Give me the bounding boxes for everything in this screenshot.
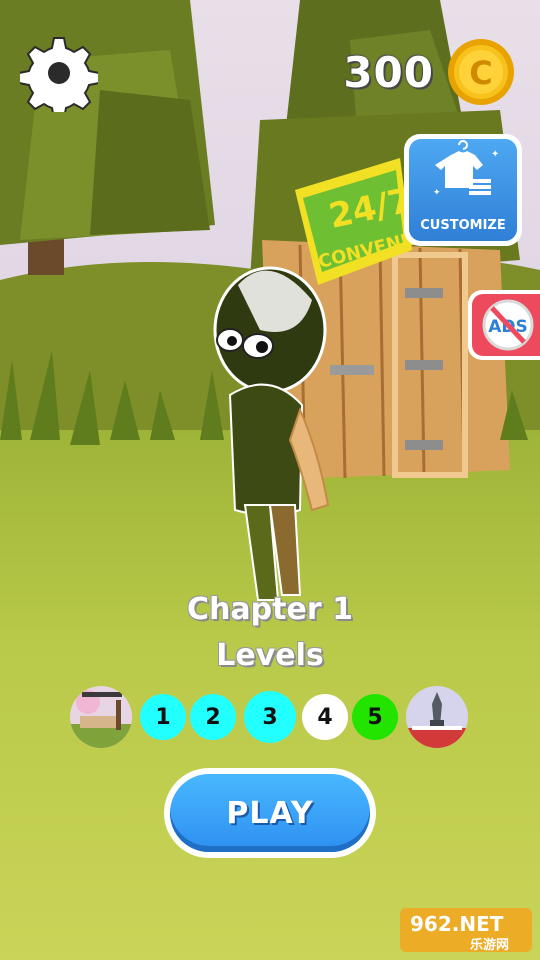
watermark-brand: 962.NET	[410, 912, 504, 936]
level-3-button[interactable]: 3	[244, 691, 296, 743]
no-ads-button[interactable]: ADS	[468, 290, 540, 360]
coin-count: 300	[343, 47, 434, 97]
shirt-icon: ✦ ✦	[433, 140, 499, 198]
no-ads-icon: ADS	[482, 299, 534, 351]
svg-text:✦: ✦	[433, 188, 441, 198]
level-1-button[interactable]: 1	[140, 694, 186, 740]
levels-row: 1 2 3 4 5	[70, 686, 470, 750]
coin-icon: C	[448, 39, 514, 105]
level-4-button[interactable]: 4	[302, 694, 348, 740]
customize-label: CUSTOMIZE	[420, 218, 506, 233]
chapter-title: Chapter 1	[187, 592, 353, 627]
gear-icon	[18, 37, 100, 119]
watermark-sub: 乐游网	[470, 938, 510, 953]
coin-counter: 300 C	[343, 34, 516, 110]
settings-button[interactable]	[18, 34, 100, 119]
coin-symbol: C	[469, 54, 492, 92]
level-2-button[interactable]: 2	[190, 694, 236, 740]
chapter-subtitle: Levels	[216, 638, 324, 673]
level-thumbnail-start	[70, 686, 132, 748]
play-label: PLAY	[226, 795, 314, 831]
level-thumbnail-boss	[406, 686, 468, 748]
svg-text:✦: ✦	[491, 149, 499, 160]
play-button[interactable]: PLAY	[164, 768, 376, 858]
customize-button[interactable]: ✦ ✦ CUSTOMIZE	[404, 134, 522, 246]
site-watermark: 962.NET 乐游网	[400, 904, 532, 956]
level-5-button[interactable]: 5	[352, 694, 398, 740]
